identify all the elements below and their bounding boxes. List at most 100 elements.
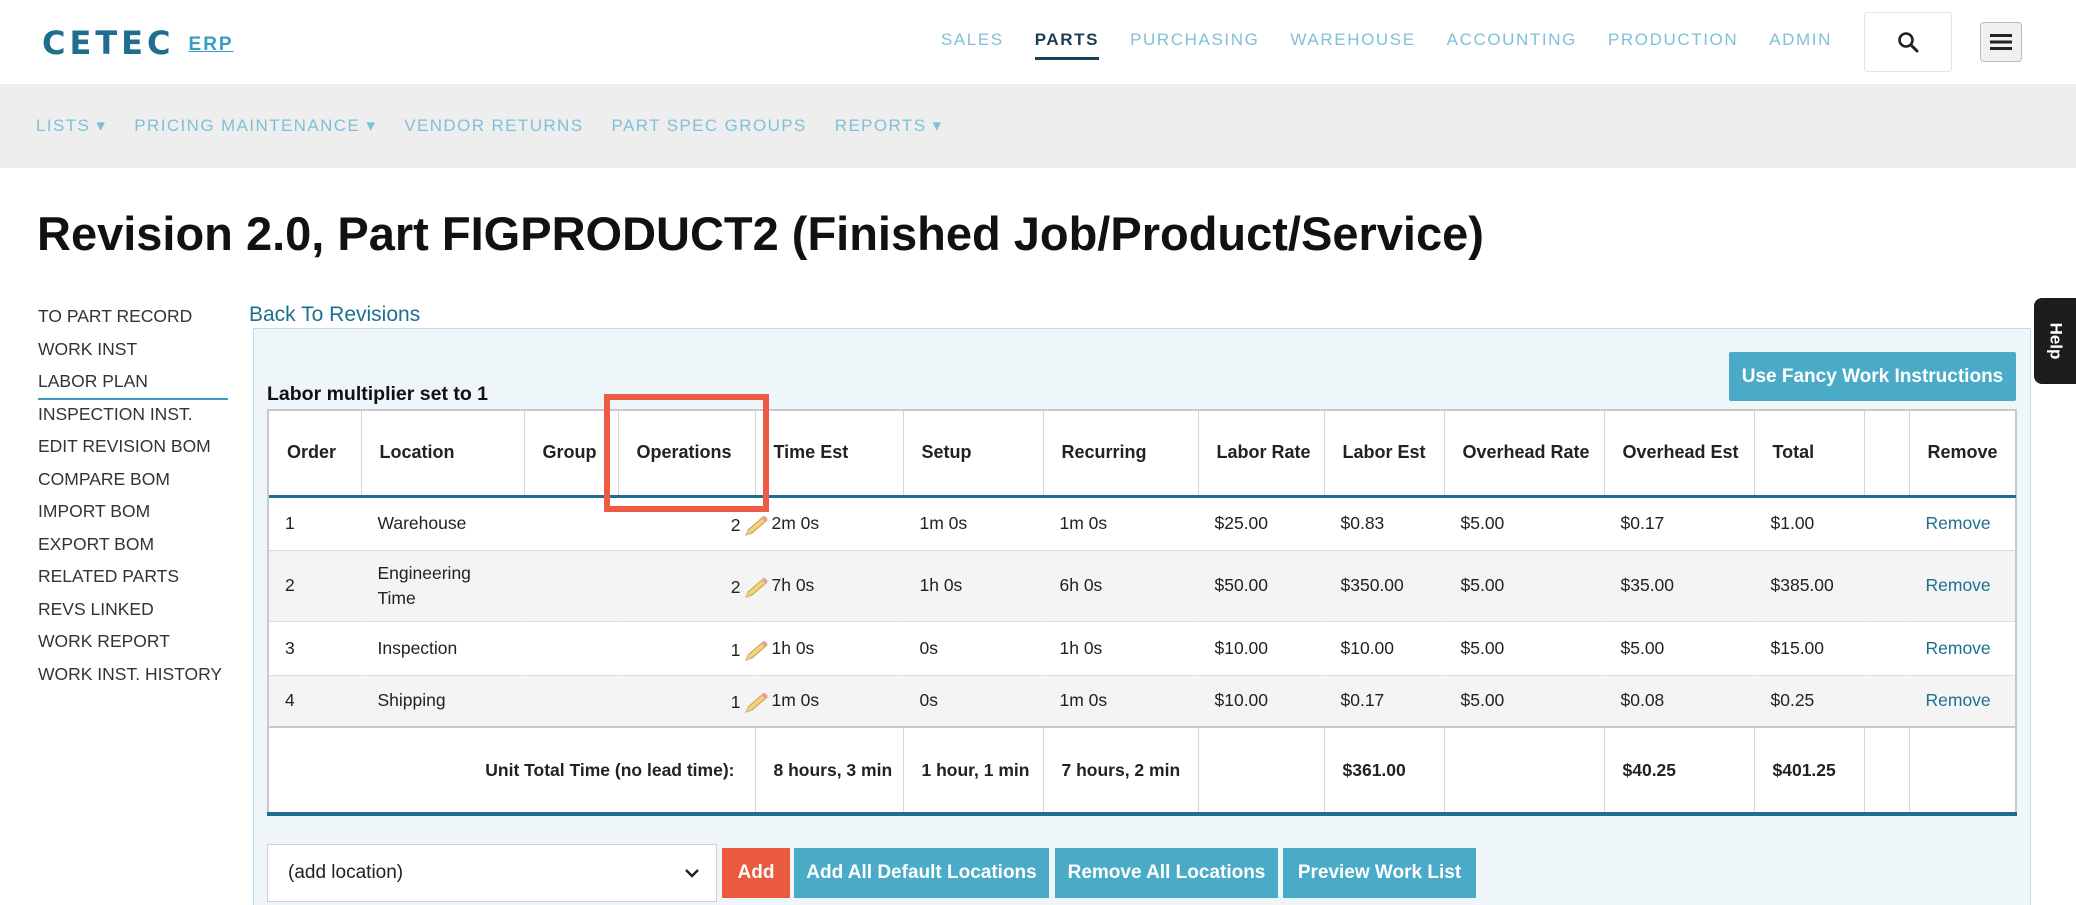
left-nav-work-inst[interactable]: WORK INST — [38, 336, 228, 369]
cell-labor-rate: $25.00 — [1214, 513, 1269, 533]
nav-sales[interactable]: SALES — [941, 30, 1004, 56]
col-header-labor-est: Labor Est — [1324, 411, 1445, 498]
operations-count: 1 — [730, 692, 741, 713]
left-nav-work-inst-history[interactable]: WORK INST. HISTORY — [38, 661, 228, 694]
subnav-part-spec-groups[interactable]: PART SPEC GROUPS — [611, 116, 806, 136]
menu-button[interactable] — [1980, 22, 2022, 62]
table-row: 4 Shipping 1 1m 0s 0s 1m 0s $10.00 $0.17… — [269, 675, 2015, 727]
nav-admin[interactable]: ADMIN — [1769, 30, 1832, 56]
cell-total: $0.25 — [1770, 690, 1815, 711]
cell-location: Engineering Time — [377, 562, 471, 608]
cell-blank — [1864, 675, 1909, 727]
table-row: 2 Engineering Time 2 7h 0s 1h 0s 6h 0s $… — [269, 550, 2015, 621]
subnav-pricing-maintenance[interactable]: PRICING MAINTENANCE ▾ — [134, 116, 376, 136]
cell-setup: 0s — [919, 690, 938, 711]
cell-time-est: 1m 0s — [771, 690, 820, 711]
remove-link[interactable]: Remove — [1926, 575, 1991, 595]
logo-erp: ERP — [188, 34, 234, 55]
remove-link[interactable]: Remove — [1926, 638, 1991, 658]
left-nav-related-parts[interactable]: RELATED PARTS — [38, 563, 228, 596]
cell-labor-rate: $10.00 — [1214, 690, 1269, 711]
add-button[interactable]: Add — [722, 848, 790, 898]
left-nav-import-bom[interactable]: IMPORT BOM — [38, 498, 228, 531]
col-header-operations: Operations — [618, 411, 756, 498]
total-total: $401.25 — [1754, 726, 1865, 813]
cell-group — [524, 550, 618, 621]
logo[interactable]: CETEC ERP — [42, 24, 234, 62]
remove-all-locations-button[interactable]: Remove All Locations — [1055, 848, 1278, 898]
nav-warehouse[interactable]: WAREHOUSE — [1290, 30, 1415, 56]
cell-recurring: 1m 0s — [1059, 690, 1108, 711]
left-nav-inspection-inst[interactable]: INSPECTION INST. — [38, 401, 228, 434]
pencil-icon[interactable] — [743, 516, 769, 538]
add-all-default-locations-button[interactable]: Add All Default Locations — [794, 848, 1049, 898]
add-location-select[interactable]: (add location) — [267, 844, 717, 902]
use-fancy-work-instructions-button[interactable]: Use Fancy Work Instructions — [1729, 352, 2016, 401]
col-header-overhead-est: Overhead Est — [1604, 411, 1755, 498]
left-nav-export-bom[interactable]: EXPORT BOM — [38, 531, 228, 564]
pencil-icon[interactable] — [743, 693, 769, 715]
nav-production[interactable]: PRODUCTION — [1608, 30, 1738, 56]
nav-parts[interactable]: PARTS — [1034, 30, 1100, 60]
hamburger-icon — [1990, 34, 2012, 50]
sub-nav: LISTS ▾ PRICING MAINTENANCE ▾ VENDOR RET… — [36, 116, 943, 136]
left-nav-work-report[interactable]: WORK REPORT — [38, 628, 228, 661]
remove-link[interactable]: Remove — [1926, 513, 1991, 533]
cell-time-est: 7h 0s — [771, 575, 815, 595]
cell-recurring: 1m 0s — [1059, 513, 1108, 533]
total-labor-rate — [1198, 726, 1325, 813]
chevron-down-icon — [685, 869, 699, 878]
cell-labor-est: $350.00 — [1340, 575, 1404, 595]
subnav-vendor-returns[interactable]: VENDOR RETURNS — [404, 116, 583, 136]
total-setup: 1 hour, 1 min — [903, 726, 1044, 813]
col-header-blank — [1864, 411, 1910, 498]
cell-overhead-rate: $5.00 — [1460, 690, 1505, 711]
cell-total: $385.00 — [1770, 575, 1834, 595]
nav-purchasing[interactable]: PURCHASING — [1130, 30, 1259, 56]
cell-remove: Remove — [1909, 550, 2015, 621]
col-header-location: Location — [361, 411, 525, 498]
cell-location: Warehouse — [377, 513, 467, 533]
search-button[interactable] — [1864, 12, 1952, 72]
remove-link[interactable]: Remove — [1926, 690, 1991, 710]
cell-remove: Remove — [1909, 621, 2015, 675]
sub-nav-bar: LISTS ▾ PRICING MAINTENANCE ▾ VENDOR RET… — [0, 84, 2076, 168]
pencil-icon[interactable] — [743, 578, 769, 600]
left-nav-labor-plan[interactable]: LABOR PLAN — [38, 368, 228, 400]
back-to-revisions-link[interactable]: Back To Revisions — [249, 303, 420, 327]
help-label: Help — [2046, 322, 2065, 360]
labor-plan-table: Order Location Group Operations Time Est… — [267, 409, 2017, 816]
cell-time-est: 2m 0s — [771, 513, 820, 533]
cell-recurring: 1h 0s — [1059, 637, 1103, 658]
cell-recurring: 6h 0s — [1059, 575, 1103, 595]
cell-location: Inspection — [377, 637, 458, 658]
col-header-group: Group — [524, 411, 619, 498]
left-nav-edit-revision-bom[interactable]: EDIT REVISION BOM — [38, 433, 228, 466]
table-row: 1 Warehouse 2 2m 0s 1m 0s 1m 0s $25.00 $… — [269, 496, 2015, 550]
subnav-lists[interactable]: LISTS ▾ — [36, 116, 106, 136]
pencil-icon[interactable] — [743, 640, 769, 663]
left-nav-compare-bom[interactable]: COMPARE BOM — [38, 466, 228, 499]
table-header-row: Order Location Group Operations Time Est… — [269, 411, 2015, 498]
total-remove — [1909, 726, 2015, 813]
cell-operations: 1 — [618, 621, 768, 675]
cell-time-est: 1h 0s — [771, 637, 815, 658]
nav-accounting[interactable]: ACCOUNTING — [1447, 30, 1577, 56]
col-header-total: Total — [1754, 411, 1865, 498]
cell-overhead-est: $5.00 — [1620, 637, 1665, 658]
col-header-overhead-rate: Overhead Rate — [1444, 411, 1605, 498]
preview-work-list-button[interactable]: Preview Work List — [1283, 848, 1476, 898]
operations-count: 2 — [730, 515, 741, 535]
left-nav-revs-linked[interactable]: REVS LINKED — [38, 596, 228, 629]
cell-overhead-rate: $5.00 — [1460, 513, 1505, 533]
cell-operations: 1 — [618, 675, 768, 727]
cell-remove: Remove — [1909, 496, 2015, 550]
subnav-reports[interactable]: REPORTS ▾ — [835, 116, 943, 136]
top-header: CETEC ERP SALES PARTS PURCHASING WAREHOU… — [0, 0, 2076, 84]
cell-overhead-rate: $5.00 — [1460, 637, 1505, 658]
cell-order: 4 — [285, 690, 295, 711]
left-nav-to-part-record[interactable]: TO PART RECORD — [38, 303, 228, 336]
help-tab[interactable]: Help — [2034, 298, 2076, 384]
col-header-setup: Setup — [903, 411, 1044, 498]
cell-overhead-rate: $5.00 — [1460, 575, 1505, 595]
